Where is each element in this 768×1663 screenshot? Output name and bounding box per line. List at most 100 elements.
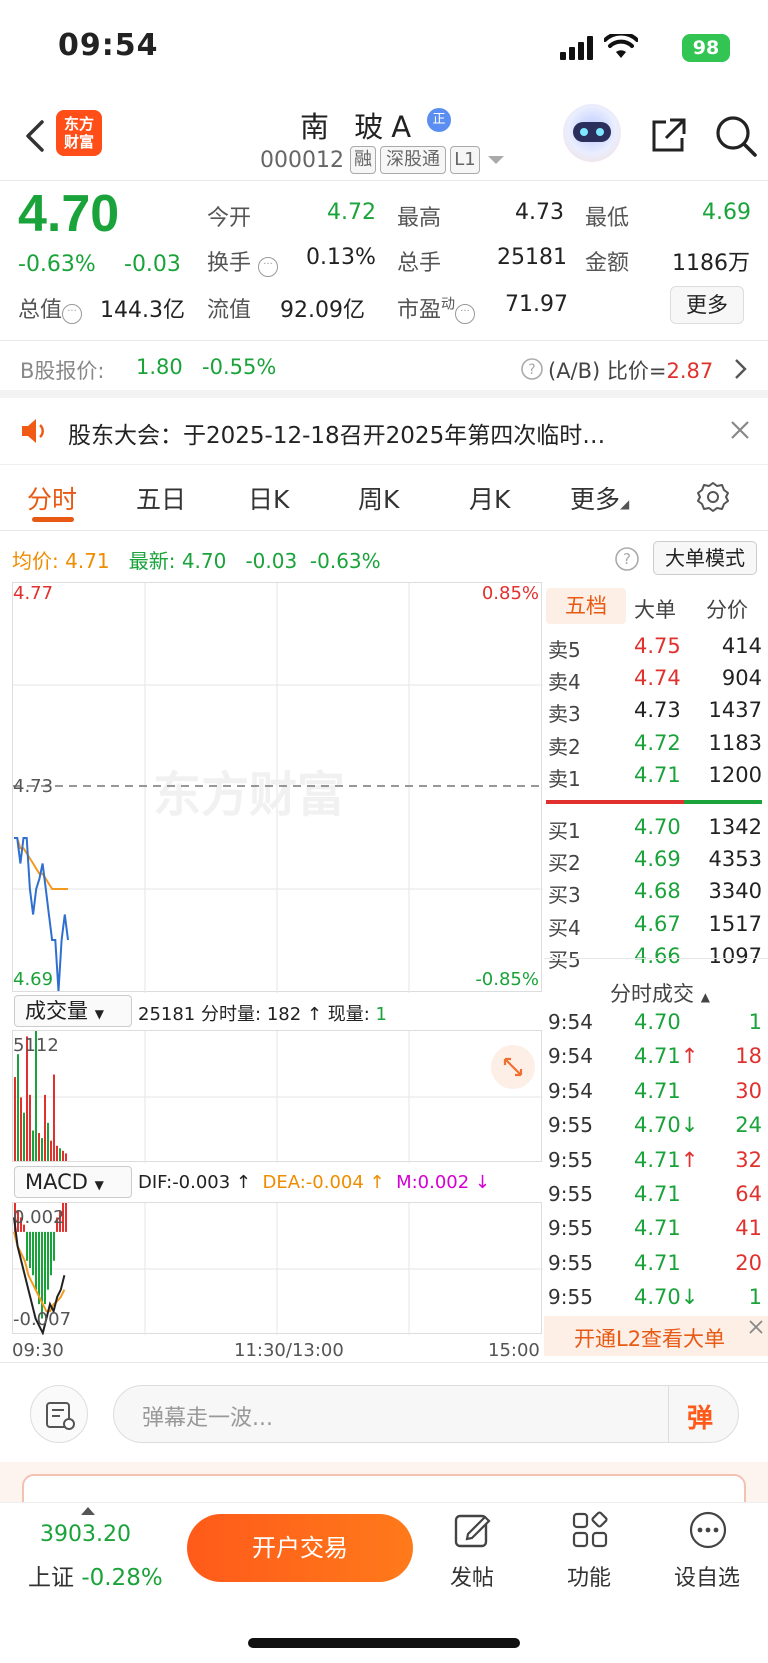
speaker-icon <box>22 419 44 443</box>
tab-monthly-k[interactable]: 月K <box>469 480 510 516</box>
nav-functions[interactable]: 功能 <box>567 1560 611 1592</box>
amount-label: 金额 <box>585 251 630 276</box>
pct-max-label: 0.85% <box>481 583 539 604</box>
bid-price[interactable]: 4.69 <box>634 847 681 871</box>
notice-bar[interactable]: 股东大会：于2025-12-18召开2025年第四次临时… <box>0 400 768 464</box>
amount-value: 1186万 <box>672 251 750 276</box>
bid-volume: 1097 <box>708 943 762 968</box>
volume-bar <box>56 1145 58 1161</box>
nav-post[interactable]: 发帖 <box>450 1560 494 1592</box>
open-account-trade-button[interactable]: 开户交易 <box>187 1514 413 1582</box>
tab-daily-k[interactable]: 日K <box>248 480 289 516</box>
help-icon[interactable]: ? <box>520 357 544 381</box>
nav-add-watchlist[interactable]: 设自选 <box>674 1560 740 1592</box>
ask-price[interactable]: 4.74 <box>634 666 681 690</box>
tick-time: 9:55 <box>548 1182 593 1206</box>
bid-price[interactable]: 4.70 <box>634 815 681 839</box>
danmu-input[interactable]: 弹幕走一波... 弹 <box>113 1385 739 1443</box>
volume-value: 25181 <box>497 245 567 270</box>
ask-price[interactable]: 4.73 <box>634 698 681 722</box>
tick-volume: 64 <box>735 1182 762 1206</box>
ask-price[interactable]: 4.71 <box>634 763 681 787</box>
volume-bar <box>53 1074 55 1161</box>
tab-intraday[interactable]: 分时 <box>27 480 77 516</box>
ab-ratio[interactable]: (A/B) 比价=2.87 <box>548 355 713 385</box>
svg-text:?: ? <box>623 550 631 568</box>
tick-price: 4.70 <box>634 1010 681 1034</box>
bid-volume: 1517 <box>708 911 762 936</box>
more-dots-icon[interactable]: ··· <box>455 304 476 324</box>
tick-volume: 32 <box>735 1147 762 1172</box>
tick-volume: 20 <box>735 1250 762 1275</box>
tab-more[interactable]: 更多◢ <box>570 480 629 516</box>
price-info-row: 均价: 4.71 最新: 4.70 -0.03 -0.63% <box>12 549 381 573</box>
macd-indicator-select[interactable]: MACD ▼ <box>14 1166 132 1198</box>
big-order-mode-button[interactable]: 大单模式 <box>653 541 757 575</box>
bid-level-label: 买1 <box>548 819 581 843</box>
macd-bar <box>50 1231 52 1276</box>
macd-max-label: 0.002 <box>13 1207 65 1228</box>
bid-level-label: 买2 <box>548 851 581 876</box>
close-icon[interactable] <box>748 1319 764 1335</box>
ask-level-label: 卖5 <box>548 638 581 662</box>
more-dots-icon[interactable]: ··· <box>62 304 83 324</box>
bid-volume: 1342 <box>708 815 762 839</box>
danmu-settings-icon[interactable] <box>30 1385 88 1443</box>
ask-price[interactable]: 4.75 <box>634 634 681 658</box>
volume-bar <box>14 1077 16 1161</box>
bshare-price: 1.80 <box>136 355 183 379</box>
high-value: 4.73 <box>515 200 564 225</box>
change-amount: -0.03 <box>124 252 181 277</box>
search-icon[interactable] <box>714 114 758 158</box>
bid-price[interactable]: 4.66 <box>634 944 681 968</box>
close-icon[interactable] <box>730 420 750 440</box>
apps-grid-icon[interactable] <box>570 1510 610 1550</box>
caret-up-icon[interactable] <box>81 1506 95 1516</box>
tab-big-orders[interactable]: 大单 <box>634 594 676 624</box>
ask-price[interactable]: 4.72 <box>634 731 681 755</box>
tab-five-day[interactable]: 五日 <box>136 480 186 516</box>
tab-price-dist[interactable]: 分价 <box>706 594 748 624</box>
back-arrow-icon[interactable] <box>18 116 58 156</box>
macd-chart[interactable]: 0.002 -0.007 <box>12 1202 543 1335</box>
tag-sz-connect: 深股通 <box>380 146 446 174</box>
expand-icon[interactable] <box>491 1045 535 1089</box>
chevron-right-icon[interactable] <box>734 358 748 380</box>
low-label: 最低 <box>585 206 630 231</box>
bid-price[interactable]: 4.68 <box>634 879 681 903</box>
intraday-chart[interactable]: 东方财富 4.77 4.73 4.69 0.85% -0.85% <box>12 582 543 993</box>
tick-volume: 18 <box>735 1044 762 1069</box>
danmu-send-button[interactable]: 弹 <box>668 1386 738 1442</box>
more-button[interactable]: 更多 <box>670 286 744 324</box>
tag-l1: L1 <box>450 146 480 174</box>
share-icon[interactable] <box>648 116 688 156</box>
x-label-close: 15:00 <box>488 1340 540 1361</box>
index-change[interactable]: 上证 -0.28% <box>28 1558 163 1592</box>
help-icon[interactable]: ? <box>614 546 640 572</box>
settings-gear-icon[interactable] <box>696 480 730 514</box>
index-value[interactable]: 3903.20 <box>40 1522 131 1547</box>
tab-weekly-k[interactable]: 周K <box>358 480 399 516</box>
l2-banner[interactable]: 开通L2查看大单 <box>544 1316 768 1356</box>
home-indicator <box>248 1638 520 1648</box>
macd-bar <box>32 1231 34 1276</box>
macd-bar <box>53 1231 55 1261</box>
bid-level-label: 买4 <box>548 915 581 940</box>
ask-volume: 414 <box>721 634 762 658</box>
more-circle-icon[interactable] <box>688 1510 728 1550</box>
tick-time: 9:54 <box>548 1044 593 1069</box>
bid-volume: 4353 <box>708 847 762 872</box>
volume-chart[interactable]: 5112 <box>12 1030 543 1163</box>
bid-price[interactable]: 4.67 <box>634 912 681 936</box>
volume-indicator-select[interactable]: 成交量 ▼ <box>14 995 132 1027</box>
post-edit-icon[interactable] <box>452 1510 492 1550</box>
bshare-label: B股报价: <box>20 359 105 383</box>
pe-label: 市盈动 ··· <box>397 292 476 324</box>
volume-bar <box>44 1094 46 1161</box>
macd-min-label: -0.007 <box>13 1309 72 1330</box>
tab-five-levels[interactable]: 五档 <box>546 588 626 624</box>
caret-down-icon[interactable] <box>488 156 504 166</box>
assistant-avatar[interactable] <box>563 104 621 162</box>
more-dots-icon[interactable]: ··· <box>258 257 279 277</box>
open-value: 4.72 <box>327 200 376 225</box>
